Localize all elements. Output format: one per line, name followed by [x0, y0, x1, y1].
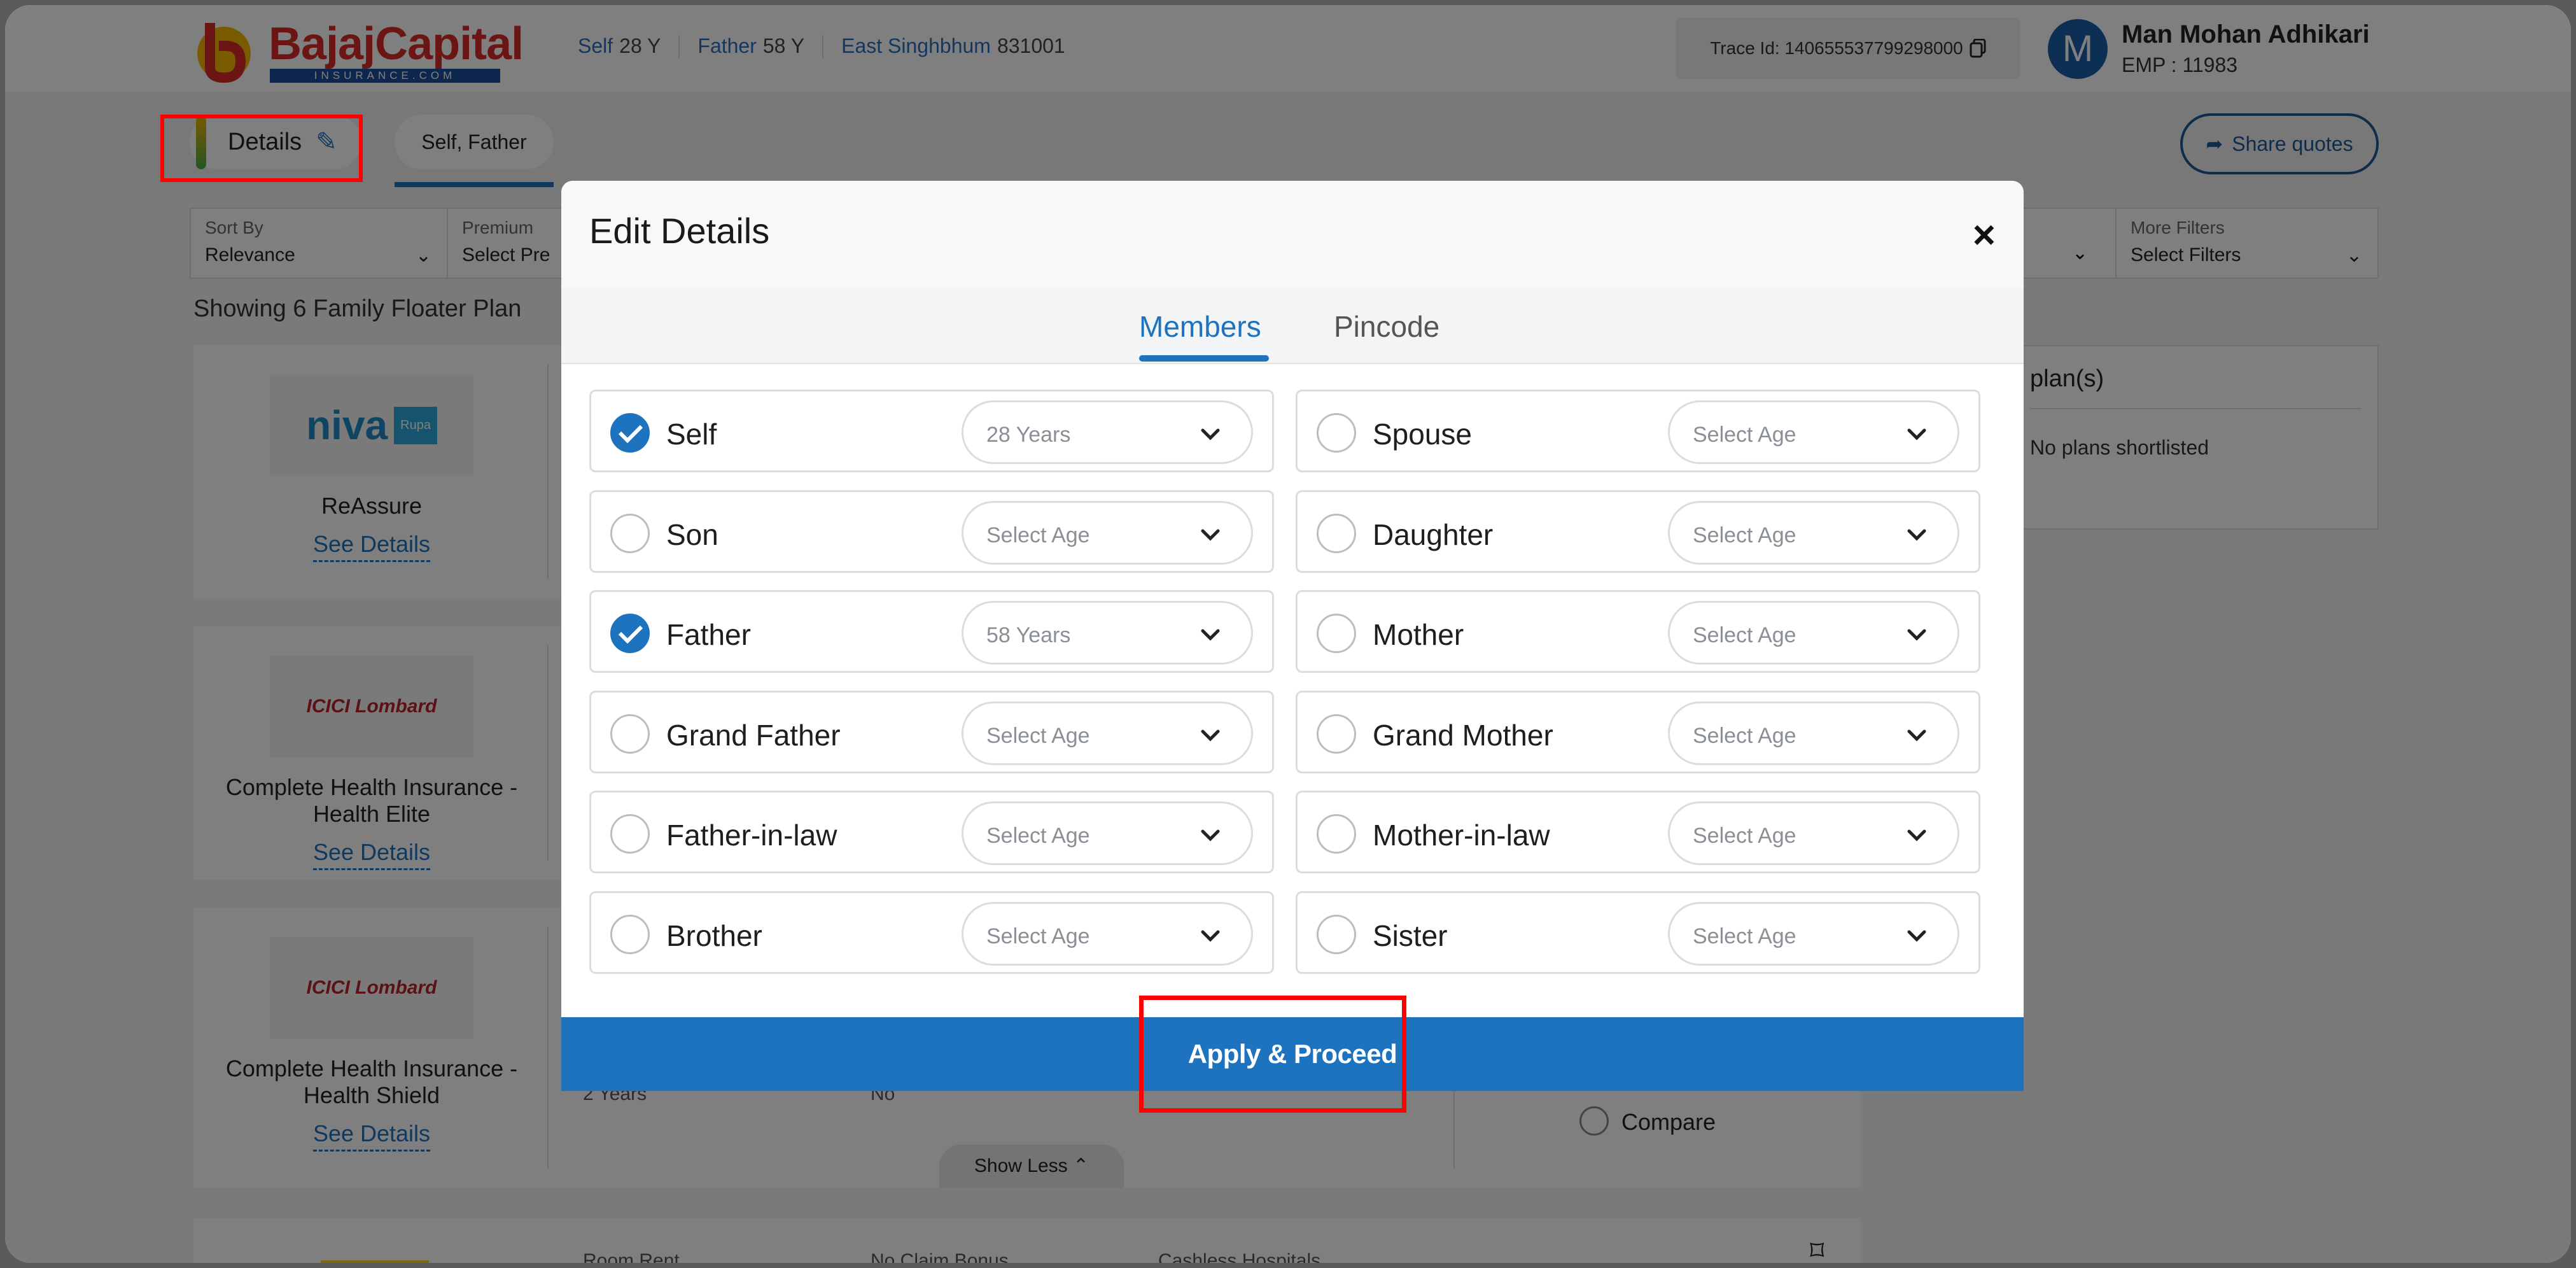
- member-checkbox[interactable]: [610, 413, 650, 453]
- member-checkbox[interactable]: [1317, 614, 1356, 653]
- age-select[interactable]: Select Age: [962, 801, 1253, 865]
- chevron-down-icon: [1907, 829, 1926, 842]
- member-checkbox[interactable]: [1317, 413, 1356, 453]
- member-checkbox[interactable]: [1317, 714, 1356, 754]
- age-select[interactable]: Select Age: [1668, 701, 1959, 765]
- member-label: Grand Father: [666, 719, 841, 752]
- chevron-down-icon: [1201, 428, 1220, 440]
- age-value: 58 Years: [986, 623, 1071, 647]
- member-label: Grand Mother: [1373, 719, 1553, 752]
- member-checkbox[interactable]: [1317, 915, 1356, 954]
- member-label: Daughter: [1373, 518, 1494, 551]
- member-row-brother[interactable]: Brother Select Age: [589, 891, 1274, 974]
- member-row-spouse[interactable]: Spouse Select Age: [1296, 390, 1980, 472]
- member-label: Spouse: [1373, 418, 1473, 451]
- age-value: Select Age: [986, 724, 1090, 748]
- member-checkbox[interactable]: [1317, 514, 1356, 553]
- age-select[interactable]: Select Age: [1668, 801, 1959, 865]
- age-select[interactable]: Select Age: [1668, 601, 1959, 665]
- age-value: Select Age: [1693, 724, 1796, 748]
- member-row-sister[interactable]: Sister Select Age: [1296, 891, 1980, 974]
- chevron-down-icon: [1201, 629, 1220, 641]
- tab-pincode[interactable]: Pincode: [1334, 309, 1439, 344]
- member-row-father[interactable]: Father 58 Years: [589, 590, 1274, 673]
- age-value: Select Age: [1693, 824, 1796, 848]
- age-value: Select Age: [1693, 523, 1796, 547]
- age-select[interactable]: Select Age: [962, 902, 1253, 966]
- member-label: Father-in-law: [666, 819, 837, 852]
- member-row-daughter[interactable]: Daughter Select Age: [1296, 490, 1980, 573]
- highlight-box: [1139, 996, 1406, 1113]
- chevron-down-icon: [1907, 428, 1926, 440]
- highlight-box: [160, 115, 363, 182]
- chevron-down-icon: [1201, 829, 1220, 842]
- modal-title: Edit Details: [589, 211, 770, 251]
- member-row-son[interactable]: Son Select Age: [589, 490, 1274, 573]
- age-select[interactable]: 28 Years: [962, 400, 1253, 464]
- age-select[interactable]: Select Age: [1668, 902, 1959, 966]
- member-row-self[interactable]: Self 28 Years: [589, 390, 1274, 472]
- member-label: Self: [666, 418, 717, 451]
- age-value: Select Age: [986, 523, 1090, 547]
- close-icon[interactable]: ×: [1973, 213, 1996, 258]
- chevron-down-icon: [1201, 529, 1220, 541]
- member-label: Brother: [666, 919, 762, 952]
- chevron-down-icon: [1201, 930, 1220, 942]
- age-select[interactable]: Select Age: [1668, 501, 1959, 565]
- member-checkbox[interactable]: [1317, 814, 1356, 854]
- member-label: Sister: [1373, 919, 1448, 952]
- tab-members[interactable]: Members: [1139, 309, 1261, 344]
- member-checkbox[interactable]: [610, 514, 650, 553]
- age-select[interactable]: Select Age: [1668, 400, 1959, 464]
- member-row-mother[interactable]: Mother Select Age: [1296, 590, 1980, 673]
- member-label: Mother: [1373, 618, 1464, 651]
- member-row-father-in-law[interactable]: Father-in-law Select Age: [589, 791, 1274, 873]
- age-value: 28 Years: [986, 423, 1071, 447]
- modal-header: Edit Details ×: [561, 181, 2024, 288]
- age-value: Select Age: [1693, 924, 1796, 948]
- chevron-down-icon: [1907, 930, 1926, 942]
- age-value: Select Age: [1693, 423, 1796, 447]
- age-select[interactable]: Select Age: [962, 501, 1253, 565]
- age-select[interactable]: Select Age: [962, 701, 1253, 765]
- member-row-mother-in-law[interactable]: Mother-in-law Select Age: [1296, 791, 1980, 873]
- member-checkbox[interactable]: [610, 714, 650, 754]
- member-checkbox[interactable]: [610, 614, 650, 653]
- age-value: Select Age: [986, 824, 1090, 848]
- chevron-down-icon: [1907, 729, 1926, 742]
- member-row-grand-father[interactable]: Grand Father Select Age: [589, 691, 1274, 773]
- edit-details-modal: Edit Details × Members Pincode Self 28 Ye…: [561, 181, 2024, 1091]
- age-value: Select Age: [1693, 623, 1796, 647]
- modal-tabs: Members Pincode: [561, 288, 2024, 364]
- chevron-down-icon: [1201, 729, 1220, 742]
- member-label: Father: [666, 618, 751, 651]
- member-label: Mother-in-law: [1373, 819, 1550, 852]
- chevron-down-icon: [1907, 629, 1926, 641]
- active-tab-indicator: [1139, 355, 1269, 362]
- age-select[interactable]: 58 Years: [962, 601, 1253, 665]
- member-checkbox[interactable]: [610, 915, 650, 954]
- member-row-grand-mother[interactable]: Grand Mother Select Age: [1296, 691, 1980, 773]
- age-value: Select Age: [986, 924, 1090, 948]
- chevron-down-icon: [1907, 529, 1926, 541]
- member-label: Son: [666, 518, 718, 551]
- member-checkbox[interactable]: [610, 814, 650, 854]
